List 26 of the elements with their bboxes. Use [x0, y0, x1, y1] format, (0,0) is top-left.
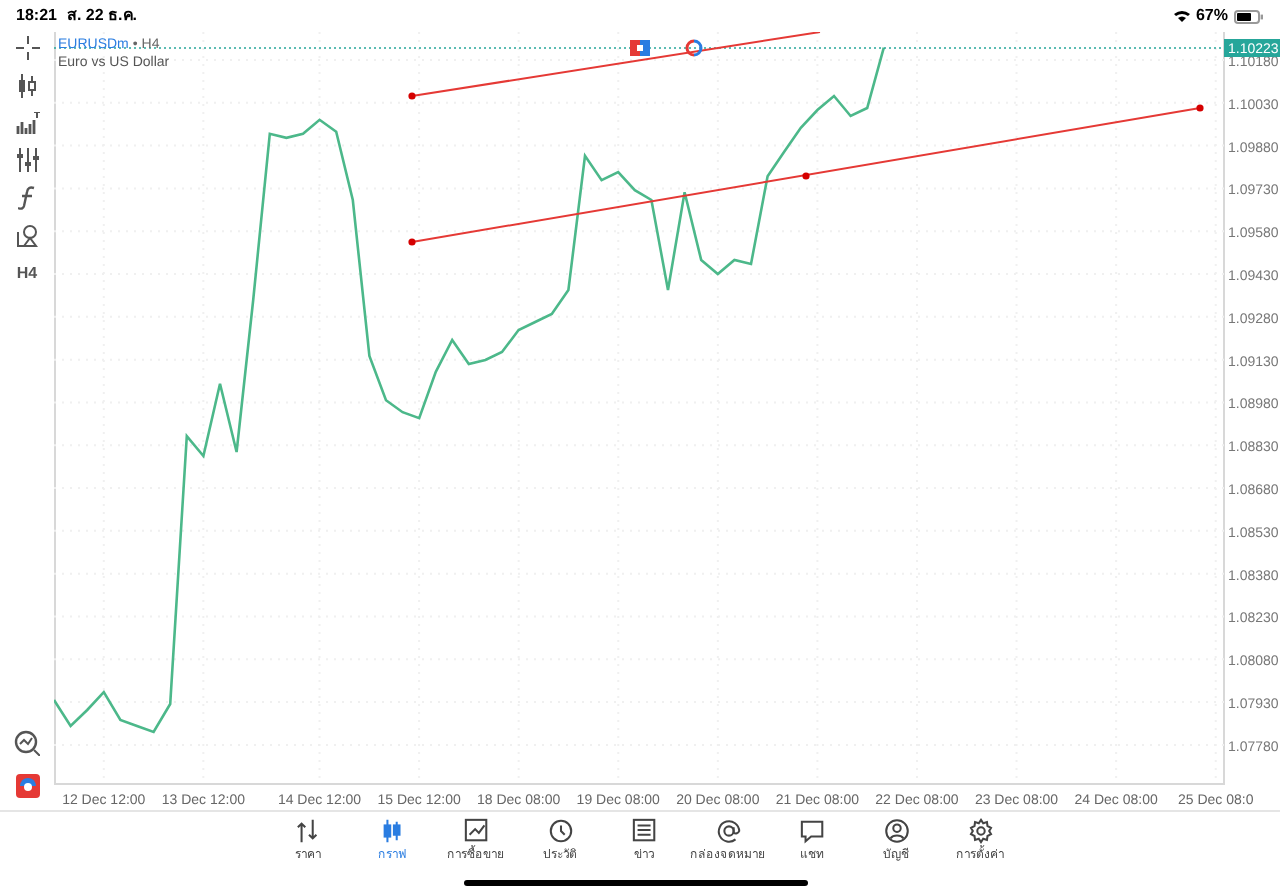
- arrows-icon: [295, 818, 321, 844]
- candlestick-icon[interactable]: [15, 74, 39, 98]
- circle-marker-icon[interactable]: [685, 39, 703, 57]
- status-date: ส. 22 ธ.ค.: [66, 4, 137, 28]
- shapes-icon[interactable]: [15, 224, 39, 248]
- line-chart-icon: [463, 818, 489, 844]
- square-marker-icon[interactable]: [630, 40, 650, 56]
- at-sign-icon: [715, 818, 741, 844]
- battery-icon: [1234, 9, 1264, 23]
- candlestick-icon: [379, 818, 405, 844]
- wifi-icon: [1173, 10, 1190, 22]
- clock-icon: [547, 818, 573, 844]
- function-icon[interactable]: [18, 186, 36, 210]
- status-time: 18:21: [16, 4, 57, 28]
- newspaper-icon: [631, 818, 657, 844]
- battery-percent: 67%: [1195, 4, 1228, 28]
- user-icon: [883, 818, 909, 844]
- app-logo-icon[interactable]: [15, 774, 39, 798]
- chat-bubble-icon: [799, 818, 825, 844]
- trend-line[interactable]: [408, 32, 821, 100]
- chart-search-icon[interactable]: [14, 730, 40, 756]
- indicator-bars-icon[interactable]: [15, 112, 39, 134]
- timeframe-button[interactable]: H4: [16, 262, 38, 286]
- settings-icon: [967, 818, 993, 844]
- crosshair-icon[interactable]: [15, 36, 39, 60]
- sliders-icon[interactable]: [15, 148, 39, 172]
